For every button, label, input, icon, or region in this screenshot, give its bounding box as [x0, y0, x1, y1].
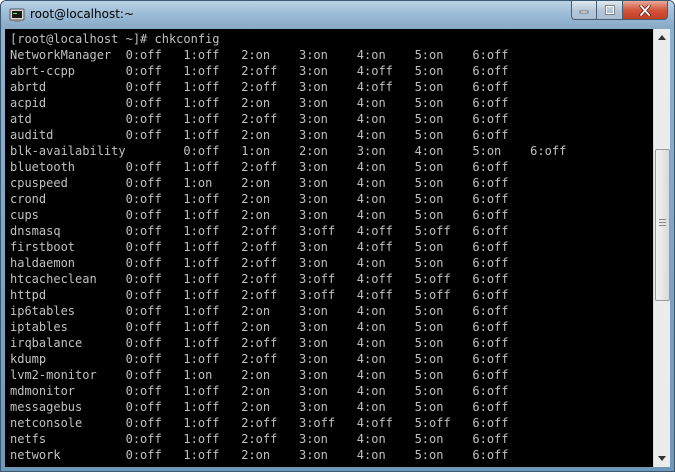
terminal-line: network 0:off 1:off 2:on 3:on 4:on 5:on … — [10, 448, 509, 462]
terminal-line: abrt-ccpp 0:off 1:off 2:off 3:on 4:off 5… — [10, 64, 509, 78]
terminal-line: abrtd 0:off 1:off 2:off 3:on 4:off 5:on … — [10, 80, 509, 94]
maximize-button[interactable] — [597, 1, 623, 20]
terminal-line: firstboot 0:off 1:off 2:off 3:on 4:off 5… — [10, 240, 509, 254]
maximize-icon — [604, 5, 615, 15]
terminal-line: cups 0:off 1:off 2:on 3:on 4:on 5:on 6:o… — [10, 208, 509, 222]
terminal-text: [root@localhost ~]# chkconfig NetworkMana… — [10, 31, 566, 463]
terminal-output[interactable]: [root@localhost ~]# chkconfig NetworkMana… — [5, 29, 653, 467]
terminal-line: cpuspeed 0:off 1:on 2:on 3:on 4:on 5:on … — [10, 176, 509, 190]
terminal-line: httpd 0:off 1:off 2:off 3:off 4:off 5:of… — [10, 288, 509, 302]
terminal-window: root@localhost:~ [root@localhost ~]# chk… — [0, 0, 675, 472]
terminal-line: iptables 0:off 1:off 2:on 3:on 4:on 5:on… — [10, 320, 509, 334]
putty-terminal-icon[interactable] — [9, 7, 25, 23]
window-controls — [571, 1, 668, 21]
terminal-line: acpid 0:off 1:off 2:on 3:on 4:on 5:on 6:… — [10, 96, 509, 110]
vertical-scrollbar[interactable] — [653, 29, 670, 467]
terminal-line: bluetooth 0:off 1:off 2:off 3:on 4:on 5:… — [10, 160, 509, 174]
terminal-line: irqbalance 0:off 1:off 2:off 3:on 4:on 5… — [10, 336, 509, 350]
arrow-up-icon — [658, 35, 666, 40]
terminal-line: haldaemon 0:off 1:off 2:off 3:on 4:on 5:… — [10, 256, 509, 270]
grip-icon — [659, 219, 666, 227]
terminal-line: lvm2-monitor 0:off 1:on 2:on 3:on 4:on 5… — [10, 368, 509, 382]
terminal-line: crond 0:off 1:off 2:on 3:on 4:on 5:on 6:… — [10, 192, 509, 206]
terminal-line: netconsole 0:off 1:off 2:off 3:off 4:off… — [10, 416, 509, 430]
close-icon — [639, 4, 651, 16]
terminal-line: [root@localhost ~]# chkconfig — [10, 32, 220, 46]
scroll-up-button[interactable] — [654, 29, 670, 46]
terminal-line: blk-availability 0:off 1:on 2:on 3:on 4:… — [10, 144, 567, 158]
title-bar[interactable]: root@localhost:~ — [1, 1, 674, 29]
scrollbar-thumb[interactable] — [655, 149, 670, 301]
terminal-line: mdmonitor 0:off 1:off 2:on 3:on 4:on 5:o… — [10, 384, 509, 398]
window-title: root@localhost:~ — [30, 7, 135, 21]
terminal-line: htcacheclean 0:off 1:off 2:off 3:off 4:o… — [10, 272, 509, 286]
close-button[interactable] — [623, 1, 668, 20]
terminal-line: auditd 0:off 1:off 2:on 3:on 4:on 5:on 6… — [10, 128, 509, 142]
terminal-line: NetworkManager 0:off 1:off 2:on 3:on 4:o… — [10, 48, 509, 62]
terminal-line: dnsmasq 0:off 1:off 2:off 3:off 4:off 5:… — [10, 224, 509, 238]
terminal-line: ip6tables 0:off 1:off 2:on 3:on 4:on 5:o… — [10, 304, 509, 318]
minimize-button[interactable] — [571, 1, 597, 20]
scroll-down-button[interactable] — [654, 450, 670, 467]
terminal-line: netfs 0:off 1:off 2:off 3:on 4:on 5:on 6… — [10, 432, 509, 446]
minimize-icon — [579, 10, 589, 14]
arrow-down-icon — [658, 456, 666, 461]
terminal-line: kdump 0:off 1:off 2:off 3:on 4:on 5:on 6… — [10, 352, 509, 366]
terminal-line: messagebus 0:off 1:off 2:on 3:on 4:on 5:… — [10, 400, 509, 414]
terminal-line: atd 0:off 1:off 2:off 3:on 4:on 5:on 6:o… — [10, 112, 509, 126]
